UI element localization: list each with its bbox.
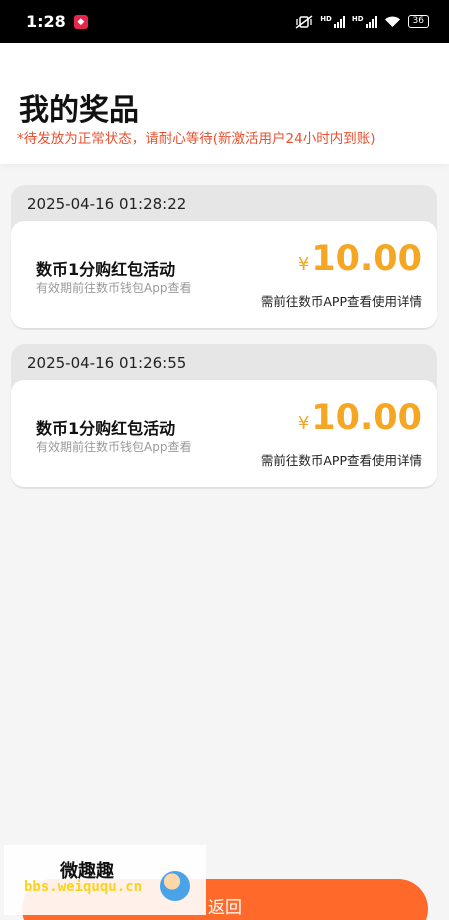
prize-validity: 有效期前往数币钱包App查看 (36, 440, 192, 454)
prize-name: 数币1分购红包活动 (36, 419, 176, 438)
page-title: 我的奖品 (19, 93, 139, 128)
prize-date: 2025-04-16 01:28:22 (27, 195, 187, 213)
status-bar: 1:28 ◆ HD HD 36 (0, 0, 449, 43)
signal-icon-1: HD (320, 15, 345, 28)
prize-usage-note: 需前往数币APP查看使用详情 (260, 453, 422, 468)
prize-group: 2025-04-16 01:28:22 数币1分购红包活动 有效期前往数币钱包A… (11, 185, 437, 330)
prize-card[interactable]: 数币1分购红包活动 有效期前往数币钱包App查看 ¥ 10.00 需前往数币AP… (11, 221, 437, 328)
prize-card[interactable]: 数币1分购红包活动 有效期前往数币钱包App查看 ¥ 10.00 需前往数币AP… (11, 380, 437, 487)
prize-amount: ¥ 10.00 (298, 398, 422, 438)
status-time: 1:28 (26, 12, 66, 31)
page-header: 我的奖品 *待发放为正常状态，请耐心等待(新激活用户24小时内到账) (0, 43, 449, 164)
currency-symbol: ¥ (297, 254, 310, 275)
signal-icon-2: HD (352, 15, 377, 28)
wifi-icon (384, 16, 400, 27)
vibrate-mute-icon (295, 14, 313, 29)
watermark-url: bbs.weiququ.cn (24, 879, 143, 895)
prize-name: 数币1分购红包活动 (36, 260, 176, 279)
currency-symbol: ¥ (297, 413, 310, 434)
pending-notice: *待发放为正常状态，请耐心等待(新激活用户24小时内到账) (17, 131, 376, 147)
prize-group: 2025-04-16 01:26:55 数币1分购红包活动 有效期前往数币钱包A… (11, 344, 437, 489)
prize-amount: ¥ 10.00 (298, 239, 422, 279)
battery-icon: 36 (407, 15, 429, 28)
prize-date: 2025-04-16 01:26:55 (27, 354, 187, 372)
mascot-icon (160, 871, 190, 901)
status-icons: HD HD 36 (295, 14, 429, 29)
prize-value: 10.00 (311, 239, 422, 279)
prize-validity: 有效期前往数币钱包App查看 (36, 281, 192, 295)
watermark-logo: 微趣趣 bbs.weiququ.cn (4, 845, 206, 915)
prize-usage-note: 需前往数币APP查看使用详情 (260, 294, 422, 309)
prize-value: 10.00 (311, 398, 422, 438)
app-notification-icon: ◆ (73, 14, 88, 29)
